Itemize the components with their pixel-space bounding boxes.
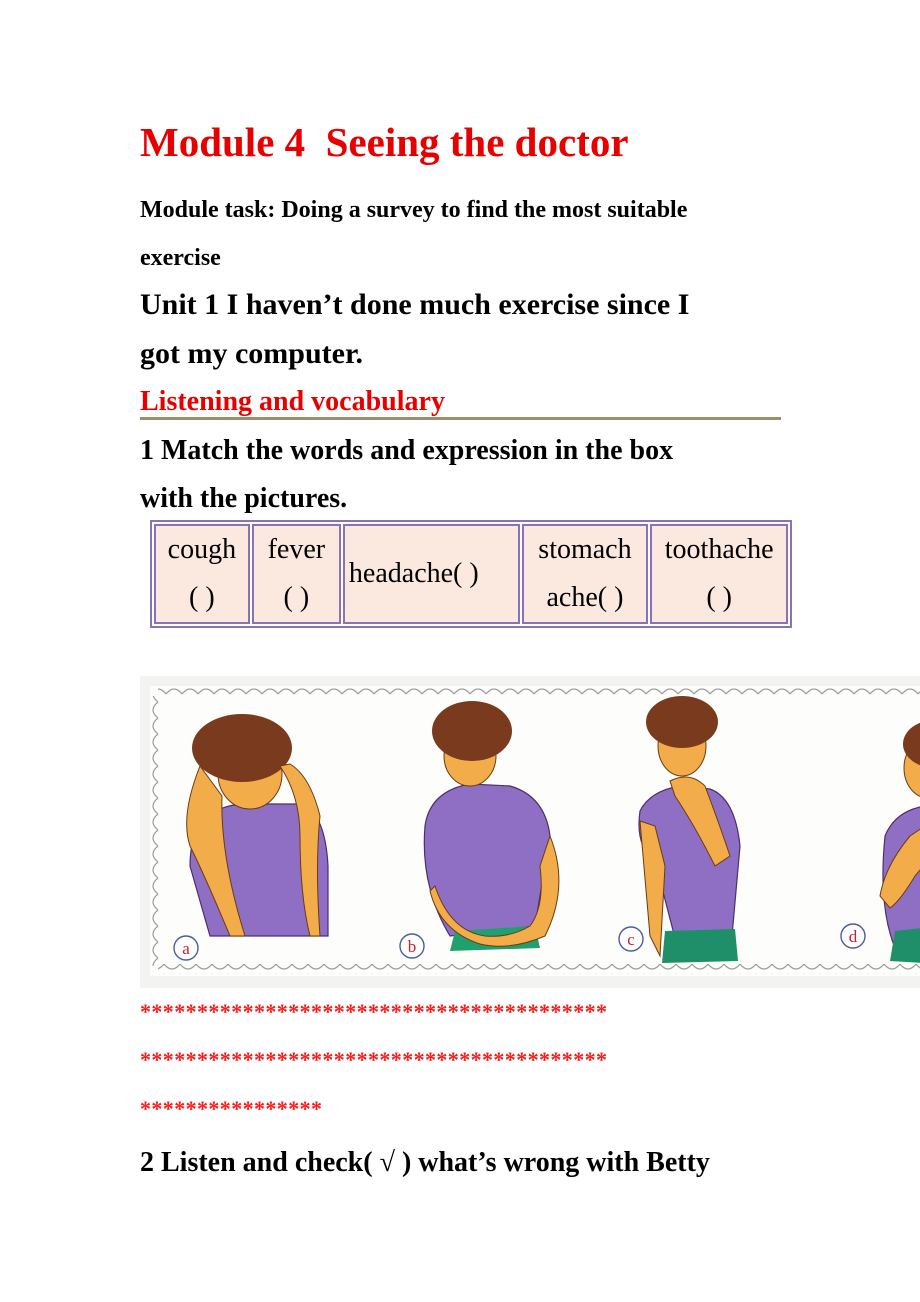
unit-title-line-1: Unit 1 I haven’t done much exercise sinc…	[140, 288, 690, 321]
illustration-svg: a b c d	[150, 688, 920, 974]
word-cell-cough: cough ( )	[154, 524, 250, 624]
separator-line-2: ****************************************…	[140, 1047, 608, 1072]
scallop-border-bottom	[158, 964, 920, 974]
label-a: a	[173, 935, 199, 961]
illustration-frame: a b c d	[150, 686, 920, 976]
figure-d-toothache	[879, 722, 920, 963]
word-label: toothache	[664, 534, 774, 565]
word-cell-stomach-ache: stomach ache( )	[521, 524, 649, 624]
label-b-text: b	[408, 937, 417, 956]
label-c-text: c	[627, 930, 635, 949]
question-2: 2 Listen and check( √ ) what’s wrong wit…	[140, 1147, 710, 1178]
label-a-text: a	[182, 939, 190, 958]
section-heading: Listening and vocabulary	[140, 387, 781, 420]
word-box-table: cough ( ) fever ( ) headache( ) stomach …	[150, 520, 792, 628]
scallop-border-left	[150, 696, 160, 966]
word-cell-fever: fever ( )	[251, 524, 341, 624]
answer-blank[interactable]: ache( )	[528, 574, 643, 622]
word-label: headache( )	[348, 558, 479, 589]
separator-line-3: ****************	[140, 1096, 323, 1121]
module-task-line-1: Module task: Doing a survey to find the …	[140, 197, 688, 223]
label-b: b	[399, 933, 425, 959]
separator-line-1: ****************************************…	[140, 999, 608, 1024]
word-cell-toothache: toothache ( )	[650, 524, 788, 624]
unit-title-line-2: got my computer.	[140, 337, 364, 370]
word-label: cough	[167, 534, 237, 565]
label-d-text: d	[849, 927, 858, 946]
word-cell-headache[interactable]: headache( )	[342, 524, 520, 624]
answer-blank[interactable]: ( )	[656, 574, 782, 622]
section-heading-text: Listening and vocabulary	[140, 386, 445, 417]
answer-blank[interactable]: ( )	[258, 574, 335, 622]
word-label: stomach	[538, 534, 632, 565]
module-title: Module 4 Seeing the doctor	[140, 119, 629, 165]
figure-a-headache	[186, 714, 329, 937]
label-c: c	[618, 926, 644, 952]
scallop-border-top	[158, 688, 920, 698]
module-task-line-2: exercise	[140, 245, 221, 271]
question-1-line-1: 1 Match the words and expression in the …	[140, 435, 674, 466]
figure-b-stomach-ache	[423, 701, 560, 951]
illustration-panel: a b c d	[140, 676, 920, 988]
label-d: d	[840, 923, 866, 949]
answer-blank[interactable]: ( )	[160, 574, 244, 622]
word-label: fever	[267, 534, 326, 565]
figure-c-cough	[638, 696, 741, 963]
question-1-line-2: with the pictures.	[140, 483, 348, 514]
